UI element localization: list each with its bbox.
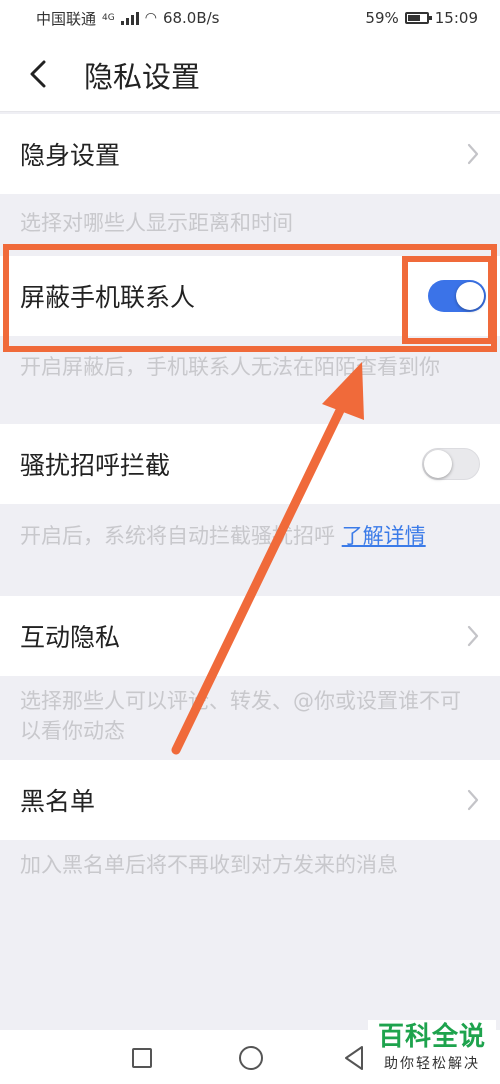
nav-bar: 隐私设置 xyxy=(0,36,500,112)
harass-block-toggle[interactable] xyxy=(422,448,480,480)
learn-more-link[interactable]: 了解详情 xyxy=(342,524,426,548)
setting-blacklist-hint: 加入黑名单后将不再收到对方发来的消息 xyxy=(20,853,398,877)
setting-stealth-hint: 选择对哪些人显示距离和时间 xyxy=(20,211,293,235)
setting-blacklist[interactable]: 黑名单 xyxy=(0,760,500,840)
toggle-knob xyxy=(456,282,484,310)
setting-harass-block: 骚扰招呼拦截 xyxy=(0,424,500,504)
clock: 15:09 xyxy=(434,9,478,27)
chevron-right-icon xyxy=(467,143,479,165)
watermark-title: 百科全说 xyxy=(377,1022,486,1052)
harass-block-hint-text: 开启后，系统将自动拦截骚扰招呼 xyxy=(20,524,342,548)
watermark-subtitle: 助你轻松解决 xyxy=(384,1056,480,1072)
chevron-left-icon[interactable] xyxy=(28,60,50,88)
network-speed: 68.0B/s xyxy=(162,9,220,27)
status-left: 中国联通 4G ◠ 68.0B/s xyxy=(36,8,220,29)
battery-icon xyxy=(404,12,432,24)
chevron-right-icon xyxy=(467,789,479,811)
battery-percent: 59% xyxy=(365,9,399,27)
status-bar: 中国联通 4G ◠ 68.0B/s 59% 15:09 xyxy=(0,0,500,36)
setting-interaction-privacy[interactable]: 互动隐私 xyxy=(0,596,500,676)
block-contacts-toggle[interactable] xyxy=(428,280,486,312)
setting-stealth-label: 隐身设置 xyxy=(20,141,121,170)
wifi-icon: ◠ xyxy=(144,10,157,26)
setting-blacklist-label: 黑名单 xyxy=(20,787,96,816)
page-title: 隐私设置 xyxy=(84,60,201,94)
toggle-knob xyxy=(424,450,452,478)
setting-block-contacts-hint: 开启屏蔽后，手机联系人无法在陌陌查看到你 xyxy=(20,355,440,379)
status-right: 59% 15:09 xyxy=(365,9,478,27)
back-triangle-icon[interactable] xyxy=(344,1045,364,1071)
setting-harass-block-hint: 开启后，系统将自动拦截骚扰招呼 了解详情 xyxy=(0,521,500,551)
setting-stealth[interactable]: 隐身设置 xyxy=(0,114,500,194)
signal-icon xyxy=(120,11,139,25)
setting-block-contacts-label: 屏蔽手机联系人 xyxy=(20,283,196,312)
carrier-name: 中国联通 xyxy=(36,9,97,28)
network-type: 4G xyxy=(102,13,115,23)
setting-block-contacts: 屏蔽手机联系人 xyxy=(0,256,500,336)
recent-apps-icon[interactable] xyxy=(132,1048,152,1068)
setting-interaction-privacy-label: 互动隐私 xyxy=(20,623,121,652)
home-icon[interactable] xyxy=(239,1046,263,1070)
chevron-right-icon xyxy=(467,625,479,647)
setting-interaction-privacy-hint: 选择那些人可以评论、转发、@你或设置谁不可以看你动态 xyxy=(20,689,461,743)
setting-harass-block-label: 骚扰招呼拦截 xyxy=(20,451,171,480)
watermark-logo: 百科全说 助你轻松解决 xyxy=(368,1020,496,1082)
